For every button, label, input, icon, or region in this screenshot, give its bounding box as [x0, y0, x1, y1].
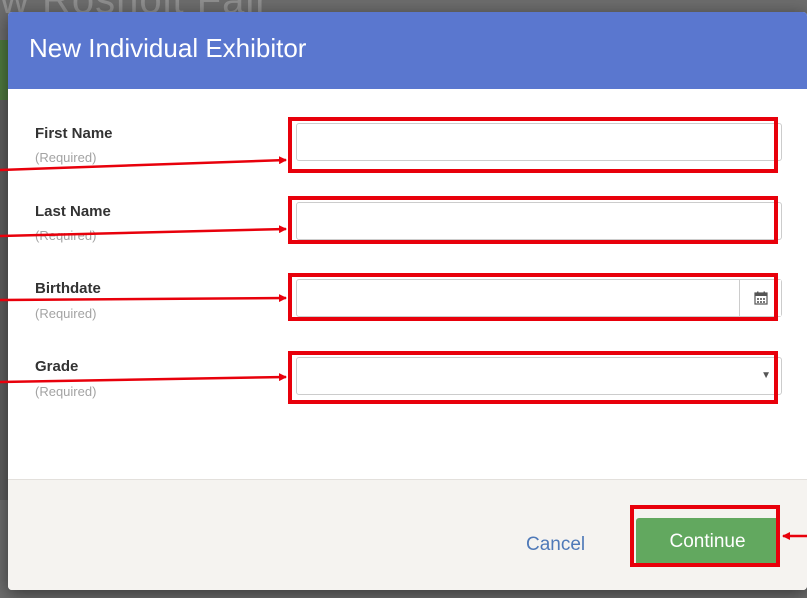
- birthdate-label: Birthdate: [35, 280, 101, 297]
- continue-button[interactable]: Continue: [636, 518, 779, 566]
- grade-hint: (Required): [35, 384, 97, 399]
- modal-header: New Individual Exhibitor: [8, 12, 807, 89]
- modal-footer: Cancel Continue: [8, 479, 807, 590]
- calendar-icon-glyph: [753, 291, 768, 305]
- grade-label: Grade: [35, 358, 79, 375]
- first-name-input[interactable]: [296, 123, 782, 161]
- first-name-hint: (Required): [35, 150, 97, 165]
- birthdate-input[interactable]: [296, 279, 782, 317]
- last-name-hint: (Required): [35, 228, 97, 243]
- birthdate-hint: (Required): [35, 306, 97, 321]
- last-name-input[interactable]: [296, 202, 782, 240]
- new-exhibitor-modal: New Individual Exhibitor First Name (Req…: [8, 12, 807, 590]
- grade-select[interactable]: ▼: [296, 357, 782, 395]
- modal-title: New Individual Exhibitor: [29, 33, 307, 63]
- calendar-icon[interactable]: [739, 280, 781, 316]
- cancel-button[interactable]: Cancel: [526, 534, 585, 556]
- last-name-label: Last Name: [35, 203, 111, 220]
- first-name-label: First Name: [35, 125, 113, 142]
- caret-down-icon: ▼: [761, 370, 771, 381]
